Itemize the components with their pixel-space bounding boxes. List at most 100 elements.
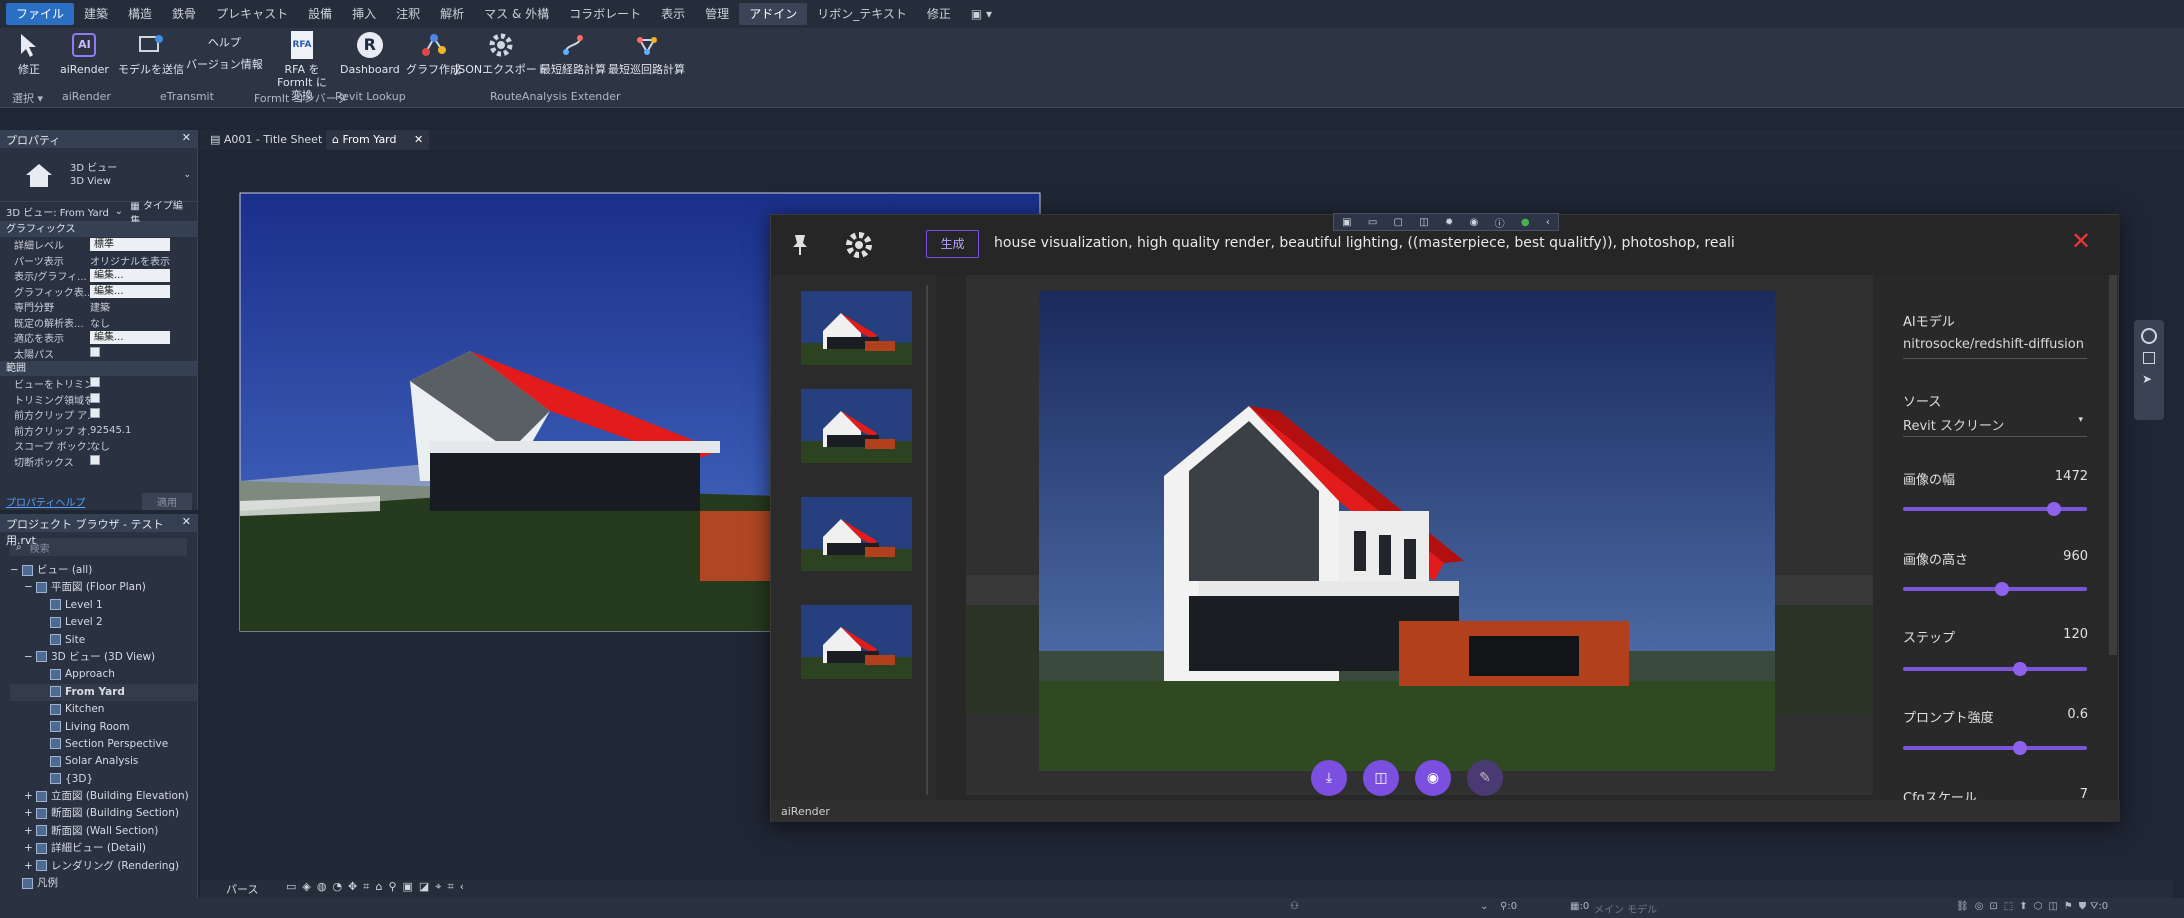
ai-model-select[interactable]: nitrosocke/redshift-diffusion [1903, 337, 2087, 359]
expand-toggle[interactable]: − [24, 579, 36, 596]
settings-scrollbar[interactable] [2109, 275, 2117, 655]
menu-item-7[interactable]: 注釈 [386, 3, 430, 25]
graph-button[interactable]: グラフ作成 [406, 30, 461, 76]
browser-item[interactable]: − 3D ビュー (3D View) [10, 649, 197, 666]
render-thumbnail[interactable] [801, 605, 912, 679]
property-row[interactable]: 詳細レベル 標準 [0, 237, 197, 253]
apply-button[interactable]: 適用 [142, 492, 192, 510]
paper-plane-icon[interactable]: ➤ [2142, 372, 2156, 386]
tab-title-sheet[interactable]: ▤ A001 - Title Sheet [204, 130, 328, 150]
chevron-left-icon[interactable]: ‹ [1546, 217, 1550, 228]
pin-icon[interactable] [789, 233, 811, 257]
selection-filter-icons[interactable]: ⛓◎⊡⬚⬆⬡◫⚑⛊ [1956, 901, 2092, 912]
menu-item-4[interactable]: プレキャスト [206, 3, 298, 25]
menu-item-11[interactable]: 表示 [651, 3, 695, 25]
main-model-label[interactable]: メイン モデル [1594, 901, 1657, 916]
menu-item-13[interactable]: アドイン [739, 3, 808, 25]
property-row[interactable]: パーツ表示 オリジナルを表示 [0, 253, 197, 269]
render-thumbnail[interactable] [801, 497, 912, 571]
property-value[interactable] [90, 392, 197, 406]
browser-item[interactable]: + レンダリング (Rendering) [10, 858, 197, 875]
menu-item-0[interactable]: ファイル [6, 3, 75, 25]
expand-toggle[interactable]: + [24, 788, 36, 805]
menu-item-14[interactable]: リボン_テキスト [807, 3, 917, 25]
settings-gear-icon[interactable] [843, 229, 875, 261]
browser-item[interactable]: Approach [10, 666, 197, 683]
expand-toggle[interactable]: + [24, 823, 36, 840]
browser-item[interactable]: Solar Analysis [10, 753, 197, 770]
generate-button[interactable]: 生成 [926, 230, 979, 258]
menu-item-2[interactable]: 構造 [118, 3, 162, 25]
type-selector[interactable]: 3D ビュー 3D View ⌄ [0, 148, 197, 202]
browser-item[interactable]: Section Perspective [10, 736, 197, 753]
crop-icon[interactable]: ◫ [1419, 217, 1428, 228]
chevron-down-icon[interactable]: ⌄ [115, 206, 127, 217]
property-value[interactable] [90, 408, 197, 421]
expand-toggle[interactable]: + [24, 805, 36, 822]
property-row[interactable]: スコープ ボックス なし [0, 438, 197, 454]
steering-wheel-icon[interactable] [2141, 328, 2157, 344]
menu-item-15[interactable]: 修正 [917, 3, 961, 25]
property-value[interactable]: なし [90, 315, 197, 330]
prompt-input[interactable]: house visualization, high quality render… [994, 235, 1734, 251]
browser-item[interactable]: From Yard [10, 683, 197, 702]
browser-item[interactable]: Living Room [10, 719, 197, 736]
property-value[interactable]: 編集... [90, 284, 197, 298]
browser-item[interactable]: Level 2 [10, 614, 197, 631]
shortest-tour-button[interactable]: 最短巡回路計算 [608, 30, 685, 76]
property-value[interactable]: 標準 [90, 238, 197, 252]
property-value[interactable]: 建築 [90, 299, 197, 314]
properties-help-link[interactable]: プロパティヘルプ [6, 494, 85, 509]
dashboard-button[interactable]: R Dashboard [340, 30, 400, 76]
help-button[interactable]: ヘルプ バージョン情報 [186, 36, 263, 71]
browser-item[interactable]: + 立面図 (Building Elevation) [10, 788, 197, 805]
property-value[interactable]: 92545.1 [90, 425, 197, 436]
property-row[interactable]: グラフィック表... 編集... [0, 284, 197, 300]
chevron-down-icon[interactable]: ⌄ [1480, 901, 1488, 912]
property-checkbox[interactable] [90, 346, 100, 357]
menu-item-6[interactable]: 挿入 [342, 3, 386, 25]
section-extent[interactable]: 範囲 [0, 361, 197, 376]
width-slider-knob[interactable] [2046, 502, 2061, 516]
download-button[interactable]: ⤓ [1311, 760, 1347, 796]
browser-item[interactable]: 凡例 [10, 875, 197, 892]
close-icon[interactable]: ✕ [2071, 227, 2091, 255]
expand-toggle[interactable]: − [24, 649, 36, 666]
send-model-button[interactable]: モデルを送信 [118, 30, 184, 76]
source-select[interactable]: Revit スクリーン ▾ [1903, 415, 2087, 437]
property-value[interactable] [90, 346, 197, 360]
camera-icon[interactable]: ▭ [1368, 217, 1377, 228]
render-thumbnail[interactable] [801, 389, 912, 463]
modify-button[interactable]: 修正 [14, 30, 44, 76]
shortest-path-button[interactable]: 最短経路計算 [540, 30, 606, 76]
render-icon[interactable]: ◉ [1470, 217, 1479, 228]
property-row[interactable]: 前方クリップ ア... [0, 407, 197, 423]
property-row[interactable]: 専門分野 建築 [0, 299, 197, 315]
view-scale[interactable]: パース [226, 881, 258, 897]
browser-item[interactable]: Kitchen [10, 701, 197, 718]
json-export-button[interactable]: JSONエクスポート [455, 30, 548, 76]
check-icon[interactable]: ● [1521, 217, 1530, 228]
expand-toggle[interactable]: + [24, 840, 36, 857]
menu-item-5[interactable]: 設備 [298, 3, 342, 25]
view-selector[interactable]: 3D ビュー: From Yard [6, 204, 115, 219]
property-value[interactable]: なし [90, 438, 197, 453]
close-icon[interactable]: ✕ [414, 133, 423, 146]
capture-button[interactable]: ◉ [1415, 760, 1451, 796]
browser-item[interactable]: + 断面図 (Wall Section) [10, 823, 197, 840]
workset-icon[interactable]: ⚇ [1290, 901, 1299, 912]
menu-item-3[interactable]: 鉄骨 [162, 3, 206, 25]
menu-item-9[interactable]: マス & 外構 [474, 3, 559, 25]
bug-icon[interactable]: ✹ [1445, 217, 1453, 228]
property-row[interactable]: 切断ボックス [0, 454, 197, 470]
filter-icon[interactable]: ⛛:0 [2090, 901, 2108, 912]
render-thumbnail[interactable] [801, 291, 912, 365]
view-control-icons[interactable]: ▭◈◍◔✥⌗⌂⚲▣◪⌖⌗‹ [286, 880, 470, 894]
property-row[interactable]: 適応を表示 編集... [0, 330, 197, 346]
property-row[interactable]: 既定の解析表... なし [0, 315, 197, 331]
property-checkbox[interactable] [90, 392, 100, 403]
property-row[interactable]: 太陽パス [0, 346, 197, 362]
browser-item[interactable]: + 断面図 (Building Section) [10, 805, 197, 822]
menu-item-1[interactable]: 建築 [74, 3, 118, 25]
version-info-button[interactable]: バージョン情報 [186, 58, 263, 71]
